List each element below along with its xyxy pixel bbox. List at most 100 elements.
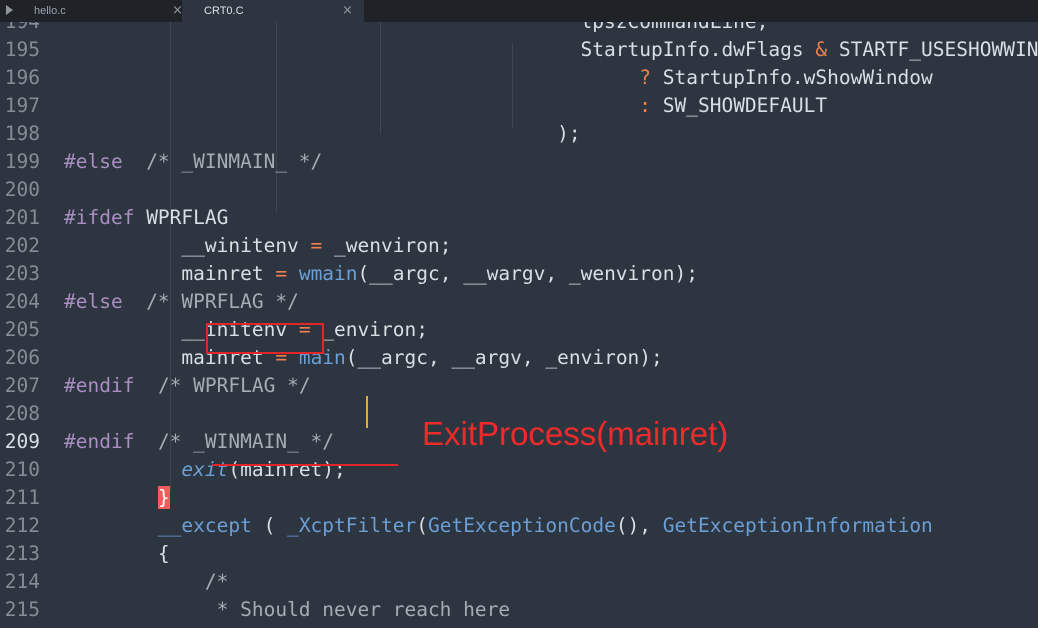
code-text: #else /* _WINMAIN_ */ xyxy=(64,148,322,176)
code-token: _XcptFilter xyxy=(287,514,417,537)
code-token: * Should never reach here xyxy=(64,598,511,621)
code-line[interactable]: 195 StartupInfo.dwFlags & STARTF_USESHOW… xyxy=(0,36,1038,64)
tab-hello-c[interactable]: hello.c × xyxy=(0,0,183,22)
code-line[interactable]: 214 /* xyxy=(0,568,1038,596)
code-token: GetExceptionInformation xyxy=(662,514,933,537)
line-number: 209 xyxy=(4,430,40,453)
code-text: #else /* WPRFLAG */ xyxy=(64,288,299,316)
code-text: ); xyxy=(64,120,581,148)
text-cursor xyxy=(366,396,368,428)
line-number: 205 xyxy=(4,318,40,341)
code-token: wmain xyxy=(298,262,358,285)
code-token: _wenviron; xyxy=(322,234,452,257)
code-text: * Should never reach here xyxy=(64,596,511,624)
code-token: #ifdef xyxy=(64,206,135,229)
code-line[interactable]: 197 : SW_SHOWDEFAULT xyxy=(0,92,1038,120)
line-number: 200 xyxy=(4,178,40,201)
code-editor[interactable]: 194 lpszCommandLine,195 StartupInfo.dwFl… xyxy=(0,22,1038,628)
code-line[interactable]: 212 __except ( _XcptFilter(GetExceptionC… xyxy=(0,512,1038,540)
line-number: 214 xyxy=(4,570,40,593)
code-line[interactable]: 198 ); xyxy=(0,120,1038,148)
code-token: ? xyxy=(639,66,652,89)
code-line[interactable]: 207 #endif /* WPRFLAG */ xyxy=(0,372,1038,400)
line-number: 210 xyxy=(4,458,40,481)
annotation-text: ExitProcess(mainret) xyxy=(422,415,729,452)
code-line[interactable]: 205 __initenv = _environ; xyxy=(0,316,1038,344)
code-line[interactable]: 210 exit(mainret); xyxy=(0,456,1038,484)
code-token: : xyxy=(639,94,652,117)
code-text: } xyxy=(64,484,170,512)
close-icon[interactable]: × xyxy=(342,3,353,18)
code-token: /* WPRFLAG */ xyxy=(157,374,311,397)
code-token: (__argc, __wargv, _wenviron); xyxy=(357,262,698,285)
code-line[interactable]: 201 #ifdef WPRFLAG xyxy=(0,204,1038,232)
code-text: __winitenv = _wenviron; xyxy=(64,232,451,260)
code-token: ); xyxy=(64,122,581,145)
line-number: 202 xyxy=(4,234,40,257)
line-number: 215 xyxy=(4,598,40,621)
code-line[interactable]: 215 * Should never reach here xyxy=(0,596,1038,624)
line-number: 199 xyxy=(4,150,40,173)
code-line[interactable]: 213 { xyxy=(0,540,1038,568)
code-line[interactable]: 199 #else /* _WINMAIN_ */ xyxy=(0,148,1038,176)
code-token: lpszCommandLine, xyxy=(64,22,769,33)
code-token: #else xyxy=(64,150,123,173)
line-number: 207 xyxy=(4,374,40,397)
code-line[interactable]: 196 ? StartupInfo.wShowWindow xyxy=(0,64,1038,92)
highlight-box-mainret xyxy=(206,323,324,354)
code-token: GetExceptionCode xyxy=(427,514,616,537)
line-number: 201 xyxy=(4,206,40,229)
code-line[interactable]: 206 mainret = main(__argc, __argv, _envi… xyxy=(0,344,1038,372)
code-token: /* WPRFLAG */ xyxy=(146,290,299,313)
line-number: 194 xyxy=(0,22,40,36)
code-token: = xyxy=(275,262,288,285)
code-token: exit xyxy=(181,458,229,481)
line-number: 203 xyxy=(4,262,40,285)
line-number: 198 xyxy=(4,122,40,145)
code-text: ? StartupInfo.wShowWindow xyxy=(64,64,933,92)
code-token: } xyxy=(157,486,170,509)
code-line[interactable]: 194 lpszCommandLine, xyxy=(0,22,1038,36)
code-text: #endif /* _WINMAIN_ */ xyxy=(64,428,334,456)
code-text: exit(mainret); xyxy=(64,456,346,484)
code-token: /* _WINMAIN_ */ xyxy=(146,150,323,173)
line-number: 195 xyxy=(4,38,40,61)
code-token: StartupInfo.wShowWindow xyxy=(651,66,933,89)
code-text: #endif /* WPRFLAG */ xyxy=(64,372,311,400)
code-token: __winitenv xyxy=(64,234,311,257)
tab-bar: hello.c × CRT0.C × xyxy=(0,0,1038,22)
code-token: #else xyxy=(64,290,123,313)
code-text: #ifdef WPRFLAG xyxy=(64,204,228,232)
code-line[interactable]: 202 __winitenv = _wenviron; xyxy=(0,232,1038,260)
code-token: (mainret); xyxy=(228,458,346,481)
code-token: #endif xyxy=(64,374,135,397)
code-token: /* xyxy=(64,570,229,593)
code-line[interactable]: 204 #else /* WPRFLAG */ xyxy=(0,288,1038,316)
line-number: 196 xyxy=(4,66,40,89)
tab-crt0-c[interactable]: CRT0.C × xyxy=(182,0,364,22)
code-text: StartupInfo.dwFlags & STARTF_USESHOWWIND… xyxy=(64,36,1038,64)
code-text: lpszCommandLine, xyxy=(64,22,769,36)
underline-exit-call xyxy=(212,464,398,466)
tab-label: CRT0.C xyxy=(204,5,244,17)
line-number: 206 xyxy=(4,346,40,369)
line-number: 204 xyxy=(4,290,40,313)
code-token: { xyxy=(64,542,170,565)
code-text: : SW_SHOWDEFAULT xyxy=(64,92,827,120)
code-token: ( xyxy=(251,514,288,537)
code-text: mainret = wmain(__argc, __wargv, _wenvir… xyxy=(64,260,698,288)
play-icon[interactable] xyxy=(6,5,13,15)
code-line[interactable]: 200 xyxy=(0,176,1038,204)
code-token: StartupInfo.dwFlags xyxy=(64,38,816,61)
code-token: _environ; xyxy=(310,318,428,341)
code-token: __except xyxy=(157,514,252,537)
code-line[interactable]: 211 } xyxy=(0,484,1038,512)
code-line[interactable]: 203 mainret = wmain(__argc, __wargv, _we… xyxy=(0,260,1038,288)
code-text: /* xyxy=(64,568,229,596)
